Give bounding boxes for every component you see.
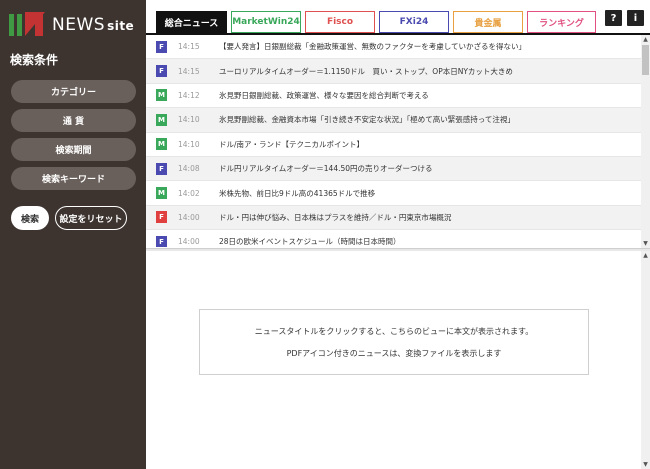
tab-precious-metals[interactable]: 貴金属 <box>453 11 523 33</box>
news-time: 14:00 <box>178 212 200 222</box>
source-badge: F <box>156 235 167 247</box>
pane-splitter[interactable] <box>146 248 650 251</box>
news-list-scrollbar[interactable]: ▲ ▼ <box>641 35 650 248</box>
search-button[interactable]: 検索 <box>11 206 49 230</box>
scroll-down-icon[interactable]: ▼ <box>641 460 650 469</box>
tab-fisco[interactable]: Fisco <box>305 11 375 33</box>
sidebar: NEWS site 検索条件 カテゴリー 通 貨 検索期間 検索キーワード 検索 … <box>0 0 146 469</box>
news-row[interactable]: F 14:08 ドル円リアルタイムオーダー＝144.50円の売りオーダーつける <box>146 157 641 182</box>
news-time: 14:12 <box>178 90 200 100</box>
source-badge: M <box>156 187 167 200</box>
tab-marketwin24[interactable]: MarketWin24 <box>231 11 301 33</box>
tab-general-news[interactable]: 総合ニュース <box>156 11 227 33</box>
news-time: 14:10 <box>178 139 200 149</box>
source-badge: M <box>156 89 167 102</box>
preview-scrollbar[interactable]: ▲ ▼ <box>641 251 650 469</box>
search-conditions-title: 検索条件 <box>10 53 59 67</box>
source-badge: F <box>156 65 167 78</box>
logo[interactable]: NEWS site <box>9 12 134 36</box>
news-title[interactable]: 氷見野日銀副総裁、政策運営、様々な要因を総合判断で考える <box>219 90 429 101</box>
logo-bar <box>17 14 22 36</box>
news-time: 14:15 <box>178 66 200 76</box>
news-time: 14:08 <box>178 164 200 174</box>
news-time: 14:15 <box>178 42 200 52</box>
scroll-thumb[interactable] <box>642 45 649 75</box>
preview-placeholder: ニュースタイトルをクリックすると、こちらのビューに本文が表示されます。 PDFア… <box>199 309 589 375</box>
help-icon[interactable]: ? <box>605 10 622 26</box>
news-title[interactable]: ドル/南ア・ランド【テクニカルポイント】 <box>219 139 364 150</box>
source-badge: M <box>156 113 167 126</box>
preview-hint-line: ニュースタイトルをクリックすると、こちらのビューに本文が表示されます。 <box>254 326 534 336</box>
source-badge: F <box>156 211 167 224</box>
logo-text: NEWS site <box>52 15 135 35</box>
news-row[interactable]: M 14:02 米株先物、前日比9ドル高の41365ドルで推移 <box>146 181 641 206</box>
scroll-up-icon[interactable]: ▲ <box>641 35 650 44</box>
search-period-button[interactable]: 検索期間 <box>11 138 136 161</box>
source-badge: F <box>156 162 167 175</box>
news-title[interactable]: ドル・円は伸び悩み、日本株はプラスを維持／ドル・円東京市場概況 <box>219 212 451 223</box>
currency-button[interactable]: 通 貨 <box>11 109 136 132</box>
preview-hint-line: PDFアイコン付きのニュースは、変換ファイルを表示します <box>286 348 502 358</box>
source-badge: F <box>156 40 167 53</box>
category-button[interactable]: カテゴリー <box>11 80 136 103</box>
scroll-up-icon[interactable]: ▲ <box>641 251 650 260</box>
news-row[interactable]: M 14:10 ドル/南ア・ランド【テクニカルポイント】 <box>146 133 641 157</box>
logo-mark <box>35 12 43 36</box>
reset-settings-button[interactable]: 設定をリセット <box>55 206 127 230</box>
search-keyword-button[interactable]: 検索キーワード <box>11 167 136 190</box>
info-icon[interactable]: i <box>627 10 644 26</box>
news-row[interactable]: M 14:12 氷見野日銀副総裁、政策運営、様々な要因を総合判断で考える <box>146 84 641 109</box>
tab-fxi24[interactable]: FXi24 <box>379 11 449 33</box>
news-title[interactable]: 28日の欧米イベントスケジュール（時間は日本時間） <box>219 236 401 247</box>
news-row[interactable]: F 14:15 ユーロリアルタイムオーダー＝1.1150ドル 買い・ストップ、OP本… <box>146 59 641 84</box>
news-time: 14:10 <box>178 115 200 125</box>
news-time: 14:00 <box>178 237 200 247</box>
news-row[interactable]: M 14:10 氷見野副総裁、金融資本市場「引き続き不安定な状況」「極めて高い緊張感… <box>146 108 641 133</box>
news-row[interactable]: F 14:00 28日の欧米イベントスケジュール（時間は日本時間） <box>146 230 641 247</box>
news-time: 14:02 <box>178 188 200 198</box>
logo-bar <box>9 14 14 36</box>
source-badge: M <box>156 138 167 151</box>
news-title[interactable]: 【要人発言】日銀副総裁「金融政策運営、無数のファクターを考慮していかざるを得ない… <box>219 41 526 52</box>
news-title[interactable]: ユーロリアルタイムオーダー＝1.1150ドル 買い・ストップ、OP本日NYカット… <box>219 66 513 77</box>
news-list: F 14:15 【要人発言】日銀副総裁「金融政策運営、無数のファクターを考慮していか… <box>146 35 641 247</box>
news-row[interactable]: F 14:00 ドル・円は伸び悩み、日本株はプラスを維持／ドル・円東京市場概況 <box>146 205 641 231</box>
news-title[interactable]: ドル円リアルタイムオーダー＝144.50円の売りオーダーつける <box>219 163 433 174</box>
news-title[interactable]: 氷見野副総裁、金融資本市場「引き続き不安定な状況」「極めて高い緊張感持って注視」 <box>219 114 515 125</box>
tab-ranking[interactable]: ランキング <box>527 11 596 33</box>
news-title[interactable]: 米株先物、前日比9ドル高の41365ドルで推移 <box>219 188 375 199</box>
news-row[interactable]: F 14:15 【要人発言】日銀副総裁「金融政策運営、無数のファクターを考慮していか… <box>146 35 641 60</box>
scroll-down-icon[interactable]: ▼ <box>641 239 650 248</box>
